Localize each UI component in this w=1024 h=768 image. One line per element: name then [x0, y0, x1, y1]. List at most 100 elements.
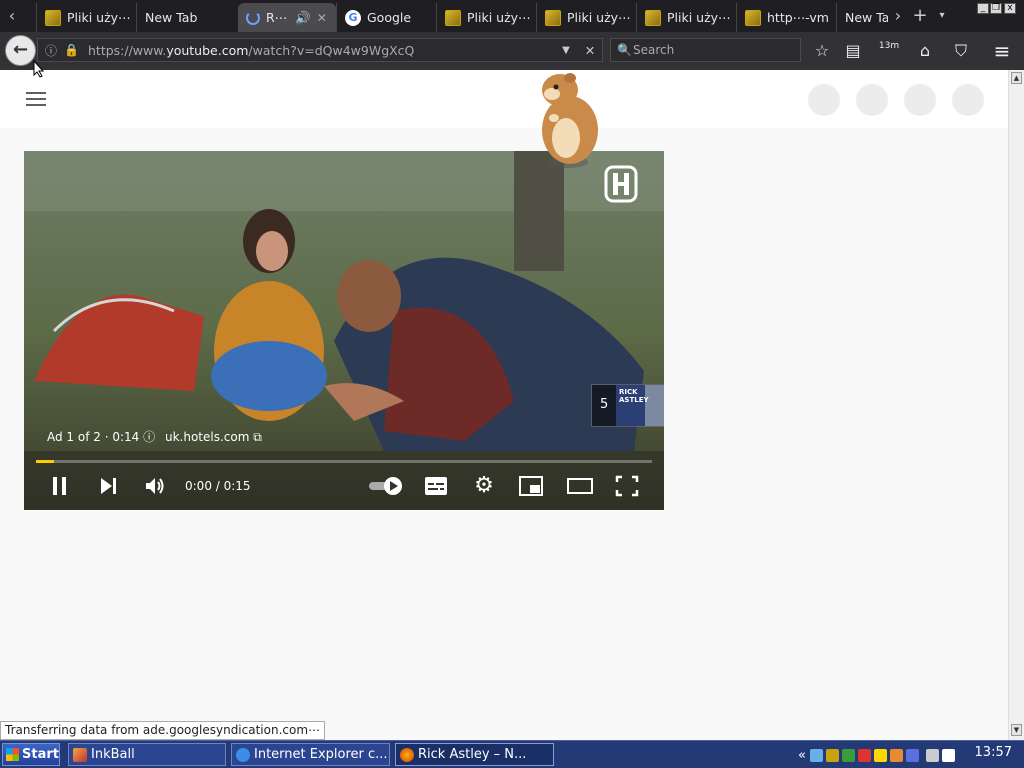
tray-app-icon[interactable] [873, 748, 887, 762]
progress-bar[interactable] [36, 460, 652, 463]
google-icon: G [345, 9, 361, 26]
ad-site-link[interactable]: uk.hotels.com [165, 430, 249, 444]
hamster-mascot-icon [542, 73, 598, 168]
settings-gear-icon[interactable]: ⚙ [471, 471, 497, 501]
thumbnail-label: RICK ASTLEY [619, 388, 649, 404]
yellow-favicon-icon [745, 9, 761, 26]
placeholder-button[interactable] [808, 84, 840, 116]
volume-icon[interactable] [143, 471, 167, 501]
subtitles-icon[interactable] [423, 471, 449, 501]
taskbar-item-firefox[interactable]: Rick Astley – N... [395, 743, 554, 766]
list-all-tabs-icon[interactable]: ▾ [932, 4, 952, 28]
tab-label: http⋯-vm [767, 10, 829, 25]
url-text[interactable]: https://www.youtube.com/watch?v=dQw4w9Wg… [88, 43, 554, 58]
scroll-down-icon[interactable]: ▼ [1011, 724, 1022, 736]
pause-icon[interactable] [48, 471, 72, 501]
url-dropdown-icon[interactable]: ▼ [554, 45, 578, 56]
ad-info-icon[interactable]: ⓘ [143, 430, 155, 444]
reader-list-icon[interactable]: ▤ [842, 40, 864, 62]
bookmark-star-icon[interactable]: ☆ [811, 40, 833, 62]
next-video-thumbnail: RICK ASTLEY [616, 385, 664, 426]
task-label: Rick Astley – N... [418, 747, 527, 762]
task-label: InkBall [91, 747, 135, 762]
ad-counter: Ad 1 of 2 · 0:14 [47, 430, 140, 444]
home-icon[interactable]: ⌂ [914, 40, 936, 62]
menu-icon[interactable]: ≡ [991, 40, 1013, 62]
player-controls: 0:00 / 0:15 ⚙ [24, 467, 664, 507]
timer-addon-icon[interactable]: 13m [878, 40, 900, 62]
pocket-icon[interactable]: ⛉ [950, 40, 972, 62]
placeholder-button[interactable] [952, 84, 984, 116]
new-tab-button[interactable]: + [910, 4, 930, 28]
guide-menu-icon[interactable] [26, 92, 46, 106]
network-tray-icon[interactable] [809, 748, 823, 762]
skip-ad-preview[interactable]: 5 RICK ASTLEY [591, 384, 664, 427]
search-engine-icon[interactable]: 🔍 [617, 43, 633, 57]
page-content: 5 RICK ASTLEY Ad 1 of 2 · 0:14 ⓘ uk.hote… [0, 70, 1008, 740]
search-input[interactable]: Search [633, 43, 674, 57]
external-link-icon[interactable]: ⧉ [253, 430, 262, 444]
task-label: Internet Explorer c... [254, 747, 388, 762]
tab-bar: ‹ Pliki uży⋯ New Tab R⋯ 🔊 ✕ G Google Pli… [0, 0, 1024, 32]
display-tray-icon[interactable] [925, 748, 939, 762]
hotels-logo-icon [604, 165, 638, 203]
inkball-icon [73, 747, 87, 762]
tab-label: Google [367, 10, 412, 25]
speaker-tray-icon[interactable] [941, 748, 955, 762]
windows-logo-icon [6, 748, 19, 761]
lock-icon[interactable]: 🔒 [64, 43, 79, 57]
yellow-favicon-icon [545, 9, 561, 26]
url-bar[interactable]: ⓘ 🔒 https://www.youtube.com/watch?v=dQw4… [37, 38, 603, 62]
mouse-pointer-icon [33, 60, 45, 78]
tab-new-tab-2[interactable]: New Ta [836, 3, 888, 32]
video-player[interactable]: 5 RICK ASTLEY Ad 1 of 2 · 0:14 ⓘ uk.hote… [24, 151, 664, 510]
search-bar[interactable]: 🔍 Search [610, 38, 801, 62]
stop-loading-icon[interactable]: ✕ [578, 43, 602, 58]
tab-pliki-3[interactable]: Pliki uży⋯ [536, 3, 636, 32]
scroll-up-icon[interactable]: ▲ [1011, 72, 1022, 84]
loading-spinner-icon [246, 10, 260, 25]
tab-pliki-2[interactable]: Pliki uży⋯ [436, 3, 536, 32]
fullscreen-icon[interactable] [614, 471, 640, 501]
placeholder-button[interactable] [904, 84, 936, 116]
tab-label: Pliki uży⋯ [467, 10, 531, 25]
tab-new-tab[interactable]: New Tab [136, 3, 236, 32]
progress-fill [36, 460, 55, 463]
tab-pliki-4[interactable]: Pliki uży⋯ [636, 3, 736, 32]
timer-label: 13m [878, 41, 900, 51]
tray-app-icon[interactable] [889, 748, 903, 762]
alert-tray-icon[interactable] [857, 748, 871, 762]
back-button[interactable]: ← [5, 35, 36, 66]
minimize-window-button[interactable]: _ [977, 3, 989, 14]
theater-mode-icon[interactable] [566, 471, 594, 501]
placeholder-button[interactable] [856, 84, 888, 116]
tray-app-icon[interactable] [905, 748, 919, 762]
yellow-favicon-icon [645, 9, 661, 26]
info-icon[interactable]: ⓘ [44, 42, 58, 59]
next-icon[interactable] [96, 471, 120, 501]
skip-countdown: 5 [600, 397, 609, 412]
start-button[interactable]: Start [2, 743, 60, 766]
firefox-icon [400, 747, 414, 762]
tab-youtube-active[interactable]: R⋯ 🔊 ✕ [238, 3, 336, 32]
scroll-tabs-right-icon[interactable]: › [888, 4, 908, 28]
internet-explorer-icon [236, 747, 250, 762]
taskbar-item-internet-explorer[interactable]: Internet Explorer c... [231, 743, 390, 766]
close-window-button[interactable]: x [1004, 3, 1016, 14]
user-tray-icon[interactable] [841, 748, 855, 762]
tab-google[interactable]: G Google [336, 3, 436, 32]
tab-http-vm[interactable]: http⋯-vm [736, 3, 836, 32]
restore-window-button[interactable]: ❐ [990, 3, 1002, 14]
close-tab-icon[interactable]: ✕ [317, 11, 327, 25]
addon-tray-icon[interactable] [825, 748, 839, 762]
yellow-favicon-icon [445, 9, 461, 26]
tab-pliki-1[interactable]: Pliki uży⋯ [36, 3, 136, 32]
taskbar-item-inkball[interactable]: InkBall [68, 743, 226, 766]
tab-label: New Ta [845, 10, 888, 25]
page-scrollbar[interactable]: ▲ ▼ [1008, 70, 1024, 740]
autoplay-toggle-icon[interactable] [368, 471, 404, 501]
miniplayer-icon[interactable] [518, 471, 544, 501]
tray-expand-icon[interactable]: « [798, 748, 806, 763]
scroll-tabs-left-icon[interactable]: ‹ [2, 4, 22, 28]
speaker-icon[interactable]: 🔊 [295, 10, 311, 26]
